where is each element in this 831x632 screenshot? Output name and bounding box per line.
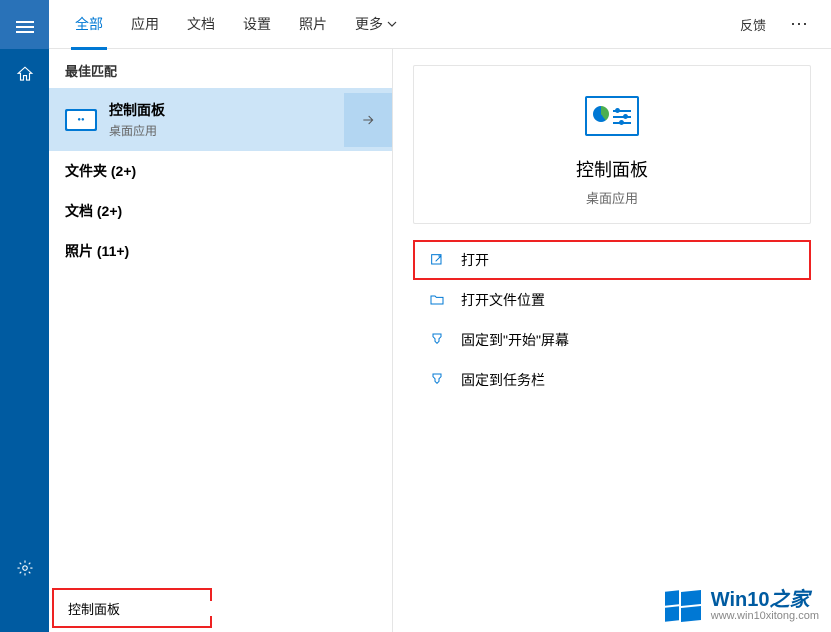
open-icon (427, 250, 447, 270)
detail-card: 控制面板 桌面应用 (413, 65, 811, 224)
home-icon (16, 65, 34, 83)
result-expand-button[interactable] (344, 93, 392, 147)
tab-more[interactable]: 更多 (341, 0, 411, 49)
action-open-location[interactable]: 打开文件位置 (413, 280, 811, 320)
detail-title: 控制面板 (576, 156, 648, 182)
tab-apps[interactable]: 应用 (117, 0, 173, 49)
sidebar (0, 0, 49, 632)
tab-settings[interactable]: 设置 (229, 0, 285, 49)
tab-documents[interactable]: 文档 (173, 0, 229, 49)
gear-icon (16, 559, 34, 577)
result-item-control-panel[interactable]: 控制面板 桌面应用 (49, 88, 392, 151)
result-subtitle: 桌面应用 (109, 122, 165, 139)
hamburger-icon (16, 18, 34, 32)
arrow-right-icon (360, 112, 376, 128)
action-pin-start[interactable]: 固定到"开始"屏幕 (413, 320, 811, 360)
settings-button[interactable] (0, 543, 49, 592)
tab-all[interactable]: 全部 (61, 0, 117, 49)
search-bar[interactable] (52, 588, 212, 628)
best-match-header: 最佳匹配 (49, 49, 392, 88)
tabs-bar: 全部 应用 文档 设置 照片 更多 反馈 ⋯ (49, 0, 831, 49)
windows-logo-icon (665, 591, 701, 621)
detail-panel: 控制面板 桌面应用 打开 打开文件位置 固定到"开始"屏幕 (393, 49, 831, 632)
actions-list: 打开 打开文件位置 固定到"开始"屏幕 固定到任务栏 (413, 240, 811, 400)
result-title: 控制面板 (109, 100, 165, 120)
pin-start-icon (427, 330, 447, 350)
category-documents[interactable]: 文档 (2+) (49, 191, 392, 231)
tab-photos[interactable]: 照片 (285, 0, 341, 49)
category-photos[interactable]: 照片 (11+) (49, 231, 392, 271)
action-pin-taskbar[interactable]: 固定到任务栏 (413, 360, 811, 400)
watermark-url: www.win10xitong.com (711, 610, 819, 622)
control-panel-icon (65, 109, 97, 131)
home-button[interactable] (0, 49, 49, 98)
pin-taskbar-icon (427, 370, 447, 390)
action-open[interactable]: 打开 (413, 240, 811, 280)
watermark: Win10之家 www.win10xitong.com (665, 590, 819, 622)
more-menu-button[interactable]: ⋯ (780, 14, 819, 35)
feedback-link[interactable]: 反馈 (726, 15, 780, 34)
search-input[interactable] (68, 601, 244, 616)
chevron-down-icon (387, 21, 397, 27)
results-panel: 最佳匹配 控制面板 桌面应用 文件夹 (2+) 文档 (2+) 照片 (49, 49, 393, 632)
control-panel-large-icon (585, 96, 639, 136)
detail-subtitle: 桌面应用 (586, 188, 638, 207)
category-folders[interactable]: 文件夹 (2+) (49, 151, 392, 191)
hamburger-button[interactable] (0, 0, 49, 49)
folder-icon (427, 290, 447, 310)
